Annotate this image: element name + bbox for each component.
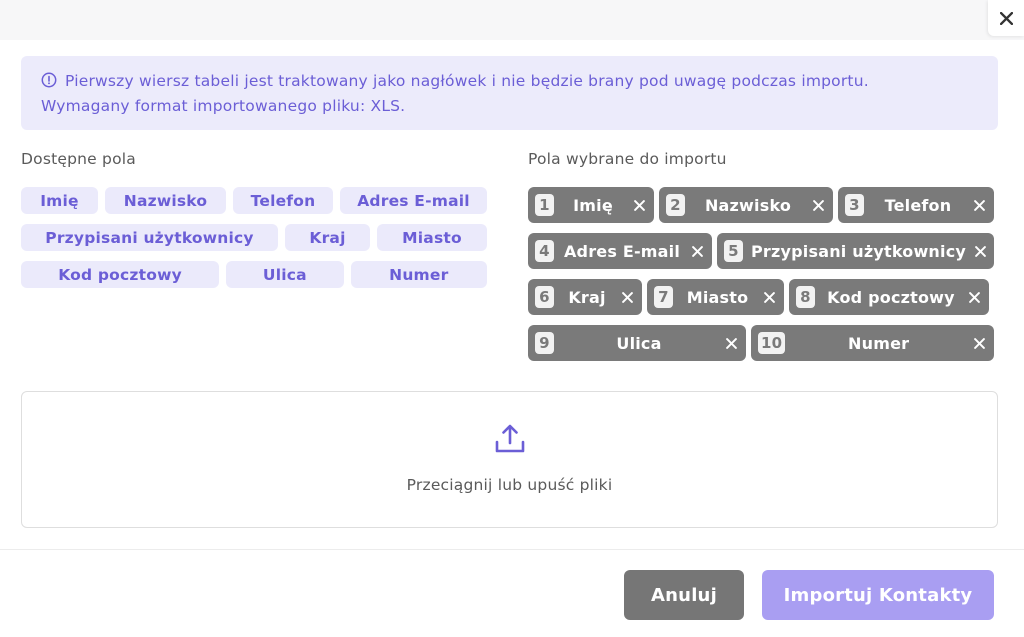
import-contacts-button[interactable]: Importuj Kontakty [762, 570, 994, 620]
close-icon [999, 11, 1013, 25]
available-field-chip[interactable]: Imię [21, 187, 98, 214]
available-fields-label: Dostępne pola [21, 150, 136, 168]
available-field-chip[interactable]: Przypisani użytkownicy [21, 224, 278, 251]
selected-field-chip: 4 Adres E-mail [528, 233, 712, 269]
available-field-chip[interactable]: Telefon [233, 187, 333, 214]
available-fields: Imię Nazwisko Telefon Adres E-mail Przyp… [21, 187, 487, 298]
selected-field-chip: 1 Imię [528, 187, 654, 223]
modal-top-bar [0, 0, 1024, 40]
remove-icon[interactable] [632, 198, 646, 212]
remove-icon[interactable] [811, 198, 825, 212]
available-field-chip[interactable]: Ulica [226, 261, 344, 288]
selected-field-chip: 5 Przypisani użytkownicy [717, 233, 994, 269]
remove-icon[interactable] [972, 198, 986, 212]
notice-line-2: Wymagany format importowanego pliku: XLS… [41, 97, 406, 115]
selected-field-label: Numer [848, 333, 910, 353]
remove-icon[interactable] [974, 244, 986, 258]
import-notice: Pierwszy wiersz tabeli jest traktowany j… [21, 56, 998, 130]
selected-field-label: Przypisani użytkownicy [751, 241, 967, 261]
remove-icon[interactable] [967, 290, 981, 304]
selected-field-chip: 3 Telefon [838, 187, 994, 223]
selected-fields-label: Pola wybrane do importu [528, 150, 727, 168]
field-order-number: 10 [758, 332, 786, 354]
selected-field-label: Imię [573, 195, 613, 215]
field-order-number: 4 [535, 240, 554, 262]
selected-field-label: Ulica [616, 333, 662, 353]
close-button[interactable] [988, 0, 1024, 36]
notice-line-1: Pierwszy wiersz tabeli jest traktowany j… [65, 72, 869, 90]
field-order-number: 5 [724, 240, 743, 262]
selected-field-chip: 9 Ulica [528, 325, 746, 361]
available-field-chip[interactable]: Kod pocztowy [21, 261, 220, 288]
available-field-chip[interactable]: Miasto [377, 224, 487, 251]
selected-field-chip: 6 Kraj [528, 279, 642, 315]
selected-field-chip: 8 Kod pocztowy [789, 279, 989, 315]
selected-field-label: Kraj [568, 287, 606, 307]
field-order-number: 7 [654, 286, 673, 308]
selected-field-chip: 7 Miasto [647, 279, 784, 315]
remove-icon[interactable] [762, 290, 776, 304]
field-order-number: 9 [535, 332, 554, 354]
field-order-number: 3 [845, 194, 864, 216]
available-field-chip[interactable]: Nazwisko [105, 187, 226, 214]
available-field-chip[interactable]: Adres E-mail [340, 187, 487, 214]
field-order-number: 1 [535, 194, 554, 216]
remove-icon[interactable] [724, 336, 738, 350]
cancel-button[interactable]: Anuluj [624, 570, 744, 620]
file-dropzone[interactable]: Przeciągnij lub upuść pliki [21, 391, 998, 528]
upload-icon [495, 424, 524, 453]
field-order-number: 8 [796, 286, 815, 308]
selected-field-chip: 2 Nazwisko [659, 187, 833, 223]
selected-field-chip: 10 Numer [751, 325, 994, 361]
selected-field-label: Adres E-mail [563, 241, 681, 261]
selected-field-label: Nazwisko [704, 195, 792, 215]
selected-field-label: Kod pocztowy [827, 287, 955, 307]
selected-field-label: Miasto [686, 287, 749, 307]
info-circle-icon [41, 72, 57, 88]
selected-field-label: Telefon [884, 195, 952, 215]
footer-divider [0, 549, 1024, 550]
field-order-number: 2 [666, 194, 685, 216]
remove-icon[interactable] [620, 290, 634, 304]
remove-icon[interactable] [972, 336, 986, 350]
dropzone-text: Przeciągnij lub upuść pliki [406, 476, 613, 494]
available-field-chip[interactable]: Numer [350, 261, 487, 288]
field-order-number: 6 [535, 286, 554, 308]
available-field-chip[interactable]: Kraj [285, 224, 370, 251]
selected-fields: 1 Imię 2 Nazwisko 3 Telefon 4 Adres E-ma… [528, 187, 994, 371]
remove-icon[interactable] [690, 244, 704, 258]
